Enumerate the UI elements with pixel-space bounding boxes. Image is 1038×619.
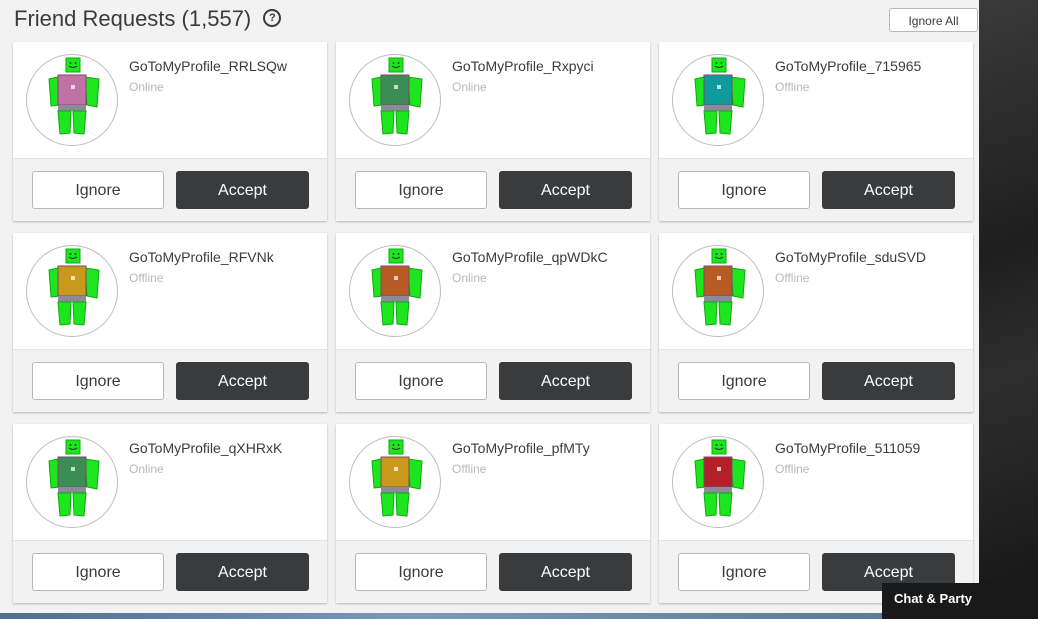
username[interactable]: GoToMyProfile_Rxpyci: [452, 58, 594, 74]
presence-status: Offline: [775, 271, 810, 285]
username[interactable]: GoToMyProfile_qXHRxK: [129, 440, 282, 456]
card-top: GoToMyProfile_511059 Offline: [659, 424, 973, 540]
avatar-figure-icon: [48, 248, 100, 326]
friend-request-card: GoToMyProfile_qXHRxK Online Ignore Accep…: [13, 424, 327, 603]
card-top: GoToMyProfile_qpWDkC Online: [336, 233, 650, 349]
friend-request-card: GoToMyProfile_sduSVD Offline Ignore Acce…: [659, 233, 973, 412]
friend-request-card: GoToMyProfile_RFVNk Offline Ignore Accep…: [13, 233, 327, 412]
avatar-figure-icon: [48, 439, 100, 517]
avatar[interactable]: [672, 245, 764, 337]
presence-status: Offline: [452, 462, 487, 476]
card-actions: Ignore Accept: [659, 349, 973, 412]
presence-status: Offline: [775, 462, 810, 476]
avatar-figure-icon: [371, 248, 423, 326]
card-actions: Ignore Accept: [659, 158, 973, 221]
request-grid: GoToMyProfile_RRLSQw Online Ignore Accep…: [13, 42, 973, 603]
avatar[interactable]: [349, 436, 441, 528]
accept-button[interactable]: Accept: [822, 171, 955, 209]
accept-button[interactable]: Accept: [822, 362, 955, 400]
presence-status: Online: [452, 80, 487, 94]
avatar[interactable]: [349, 54, 441, 146]
friend-request-card: GoToMyProfile_Rxpyci Online Ignore Accep…: [336, 42, 650, 221]
avatar[interactable]: [26, 54, 118, 146]
card-actions: Ignore Accept: [13, 349, 327, 412]
avatar[interactable]: [26, 245, 118, 337]
card-top: GoToMyProfile_qXHRxK Online: [13, 424, 327, 540]
presence-status: Offline: [775, 80, 810, 94]
card-top: GoToMyProfile_Rxpyci Online: [336, 42, 650, 158]
ignore-button[interactable]: Ignore: [678, 362, 810, 400]
username[interactable]: GoToMyProfile_RRLSQw: [129, 58, 287, 74]
accept-button[interactable]: Accept: [499, 362, 632, 400]
accept-button[interactable]: Accept: [499, 171, 632, 209]
friend-request-card: GoToMyProfile_RRLSQw Online Ignore Accep…: [13, 42, 327, 221]
avatar-figure-icon: [48, 57, 100, 135]
ignore-button[interactable]: Ignore: [32, 362, 164, 400]
presence-status: Online: [452, 271, 487, 285]
chat-party-button[interactable]: Chat & Party: [882, 583, 1038, 619]
friend-request-card: GoToMyProfile_715965 Offline Ignore Acce…: [659, 42, 973, 221]
card-actions: Ignore Accept: [336, 158, 650, 221]
username[interactable]: GoToMyProfile_pfMTy: [452, 440, 590, 456]
page-title: Friend Requests (1,557) ?: [14, 5, 282, 33]
presence-status: Offline: [129, 271, 164, 285]
card-top: GoToMyProfile_RRLSQw Online: [13, 42, 327, 158]
ignore-button[interactable]: Ignore: [355, 362, 487, 400]
card-top: GoToMyProfile_pfMTy Offline: [336, 424, 650, 540]
avatar[interactable]: [26, 436, 118, 528]
title-text: Friend Requests: [14, 6, 176, 31]
avatar-figure-icon: [694, 248, 746, 326]
presence-status: Online: [129, 80, 164, 94]
accept-button[interactable]: Accept: [499, 553, 632, 591]
ignore-button[interactable]: Ignore: [678, 553, 810, 591]
accept-button[interactable]: Accept: [176, 362, 309, 400]
ignore-button[interactable]: Ignore: [678, 171, 810, 209]
accept-button[interactable]: Accept: [176, 171, 309, 209]
ignore-all-button[interactable]: Ignore All: [889, 8, 978, 32]
accept-button[interactable]: Accept: [176, 553, 309, 591]
avatar[interactable]: [672, 54, 764, 146]
card-actions: Ignore Accept: [13, 158, 327, 221]
avatar-figure-icon: [371, 439, 423, 517]
friend-request-card: GoToMyProfile_qpWDkC Online Ignore Accep…: [336, 233, 650, 412]
card-top: GoToMyProfile_715965 Offline: [659, 42, 973, 158]
avatar[interactable]: [672, 436, 764, 528]
avatar-figure-icon: [371, 57, 423, 135]
username[interactable]: GoToMyProfile_715965: [775, 58, 921, 74]
question-circle-icon[interactable]: ?: [263, 9, 282, 28]
card-top: GoToMyProfile_sduSVD Offline: [659, 233, 973, 349]
friend-requests-panel: Friend Requests (1,557) ? Ignore All GoT…: [0, 0, 979, 613]
friend-request-card: GoToMyProfile_pfMTy Offline Ignore Accep…: [336, 424, 650, 603]
header: Friend Requests (1,557) ? Ignore All: [0, 0, 979, 40]
presence-status: Online: [129, 462, 164, 476]
card-top: GoToMyProfile_RFVNk Offline: [13, 233, 327, 349]
ignore-button[interactable]: Ignore: [32, 553, 164, 591]
request-count: (1,557): [181, 6, 252, 31]
card-actions: Ignore Accept: [336, 349, 650, 412]
ignore-button[interactable]: Ignore: [32, 171, 164, 209]
card-actions: Ignore Accept: [13, 540, 327, 603]
ignore-button[interactable]: Ignore: [355, 553, 487, 591]
username[interactable]: GoToMyProfile_sduSVD: [775, 249, 926, 265]
avatar-figure-icon: [694, 57, 746, 135]
username[interactable]: GoToMyProfile_qpWDkC: [452, 249, 608, 265]
username[interactable]: GoToMyProfile_511059: [775, 440, 920, 456]
username[interactable]: GoToMyProfile_RFVNk: [129, 249, 274, 265]
card-actions: Ignore Accept: [336, 540, 650, 603]
avatar-figure-icon: [694, 439, 746, 517]
ignore-button[interactable]: Ignore: [355, 171, 487, 209]
avatar[interactable]: [349, 245, 441, 337]
friend-request-card: GoToMyProfile_511059 Offline Ignore Acce…: [659, 424, 973, 603]
background-right: [979, 0, 1038, 619]
